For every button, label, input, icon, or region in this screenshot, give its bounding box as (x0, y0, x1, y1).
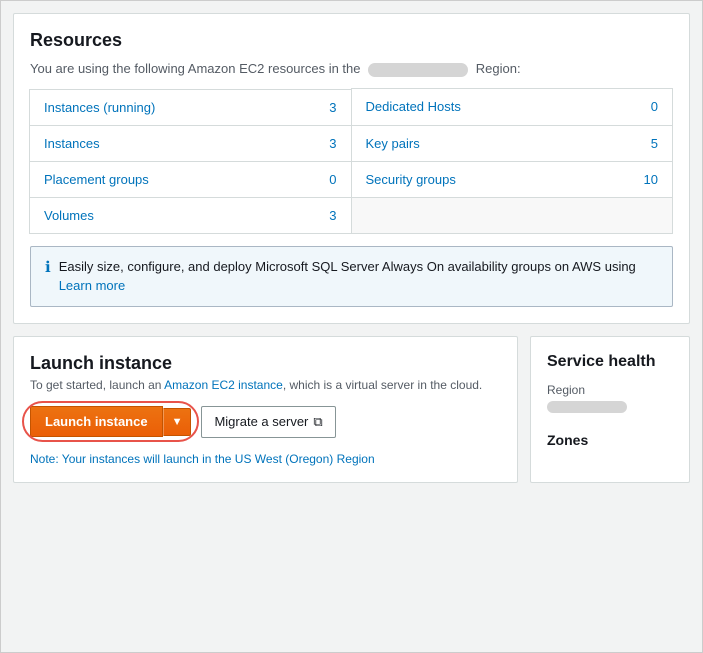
key-pairs-link[interactable]: Key pairs (366, 136, 420, 151)
launch-panel: Launch instance To get started, launch a… (13, 336, 518, 483)
region-value-placeholder (547, 401, 627, 413)
zones-label: Zones (547, 432, 673, 448)
instances-running-link[interactable]: Instances (running) (44, 100, 155, 115)
external-link-icon: ⧉ (313, 414, 322, 430)
bottom-row: Launch instance To get started, launch a… (13, 336, 690, 483)
launch-note: Note: Your instances will launch in the … (30, 452, 501, 466)
launch-button-wrap: Launch instance ▼ (30, 406, 191, 437)
info-banner: ℹ Easily size, configure, and deploy Mic… (30, 246, 673, 307)
instances-running-count: 3 (329, 100, 336, 115)
launch-buttons: Launch instance ▼ Migrate a server ⧉ (30, 406, 501, 438)
resources-title: Resources (30, 30, 673, 51)
migrate-server-button[interactable]: Migrate a server ⧉ (201, 406, 335, 438)
resource-cell-dedicated-hosts: Dedicated Hosts 0 (351, 88, 674, 126)
service-health-panel: Service health Region Zones (530, 336, 690, 483)
region-label: Region (547, 383, 673, 397)
resource-cell-key-pairs: Key pairs 5 (351, 125, 674, 162)
resource-cell-empty (351, 197, 674, 234)
security-groups-link[interactable]: Security groups (366, 172, 456, 187)
resources-panel: Resources You are using the following Am… (13, 13, 690, 324)
volumes-link[interactable]: Volumes (44, 208, 94, 223)
service-health-title: Service health (547, 353, 673, 371)
resource-cell-instances-running: Instances (running) 3 (29, 89, 352, 126)
info-text: Easily size, configure, and deploy Micro… (59, 257, 636, 296)
resource-cell-instances: Instances 3 (29, 125, 352, 162)
instances-count: 3 (329, 136, 336, 151)
instances-link[interactable]: Instances (44, 136, 100, 151)
dropdown-arrow-icon: ▼ (172, 416, 183, 428)
resources-grid: Instances (running) 3 Dedicated Hosts 0 … (30, 89, 673, 234)
launch-title: Launch instance (30, 353, 501, 374)
resources-description: You are using the following Amazon EC2 r… (30, 61, 673, 77)
placement-groups-count: 0 (329, 172, 336, 187)
volumes-count: 3 (329, 208, 336, 223)
key-pairs-count: 5 (651, 136, 658, 151)
placement-groups-link[interactable]: Placement groups (44, 172, 149, 187)
resource-cell-security-groups: Security groups 10 (351, 161, 674, 198)
migrate-button-label: Migrate a server (214, 414, 308, 429)
dedicated-hosts-count: 0 (651, 99, 658, 114)
ec2-link[interactable]: Amazon EC2 instance (164, 378, 283, 392)
learn-more-link[interactable]: Learn more (59, 278, 125, 293)
launch-instance-button[interactable]: Launch instance (30, 406, 163, 437)
info-icon: ℹ (45, 258, 51, 276)
region-placeholder (368, 63, 468, 77)
launch-description: To get started, launch an Amazon EC2 ins… (30, 378, 501, 392)
launch-instance-dropdown[interactable]: ▼ (163, 408, 192, 436)
resource-cell-placement-groups: Placement groups 0 (29, 161, 352, 198)
dedicated-hosts-link[interactable]: Dedicated Hosts (366, 99, 461, 114)
resource-cell-volumes: Volumes 3 (29, 197, 352, 234)
security-groups-count: 10 (644, 172, 658, 187)
